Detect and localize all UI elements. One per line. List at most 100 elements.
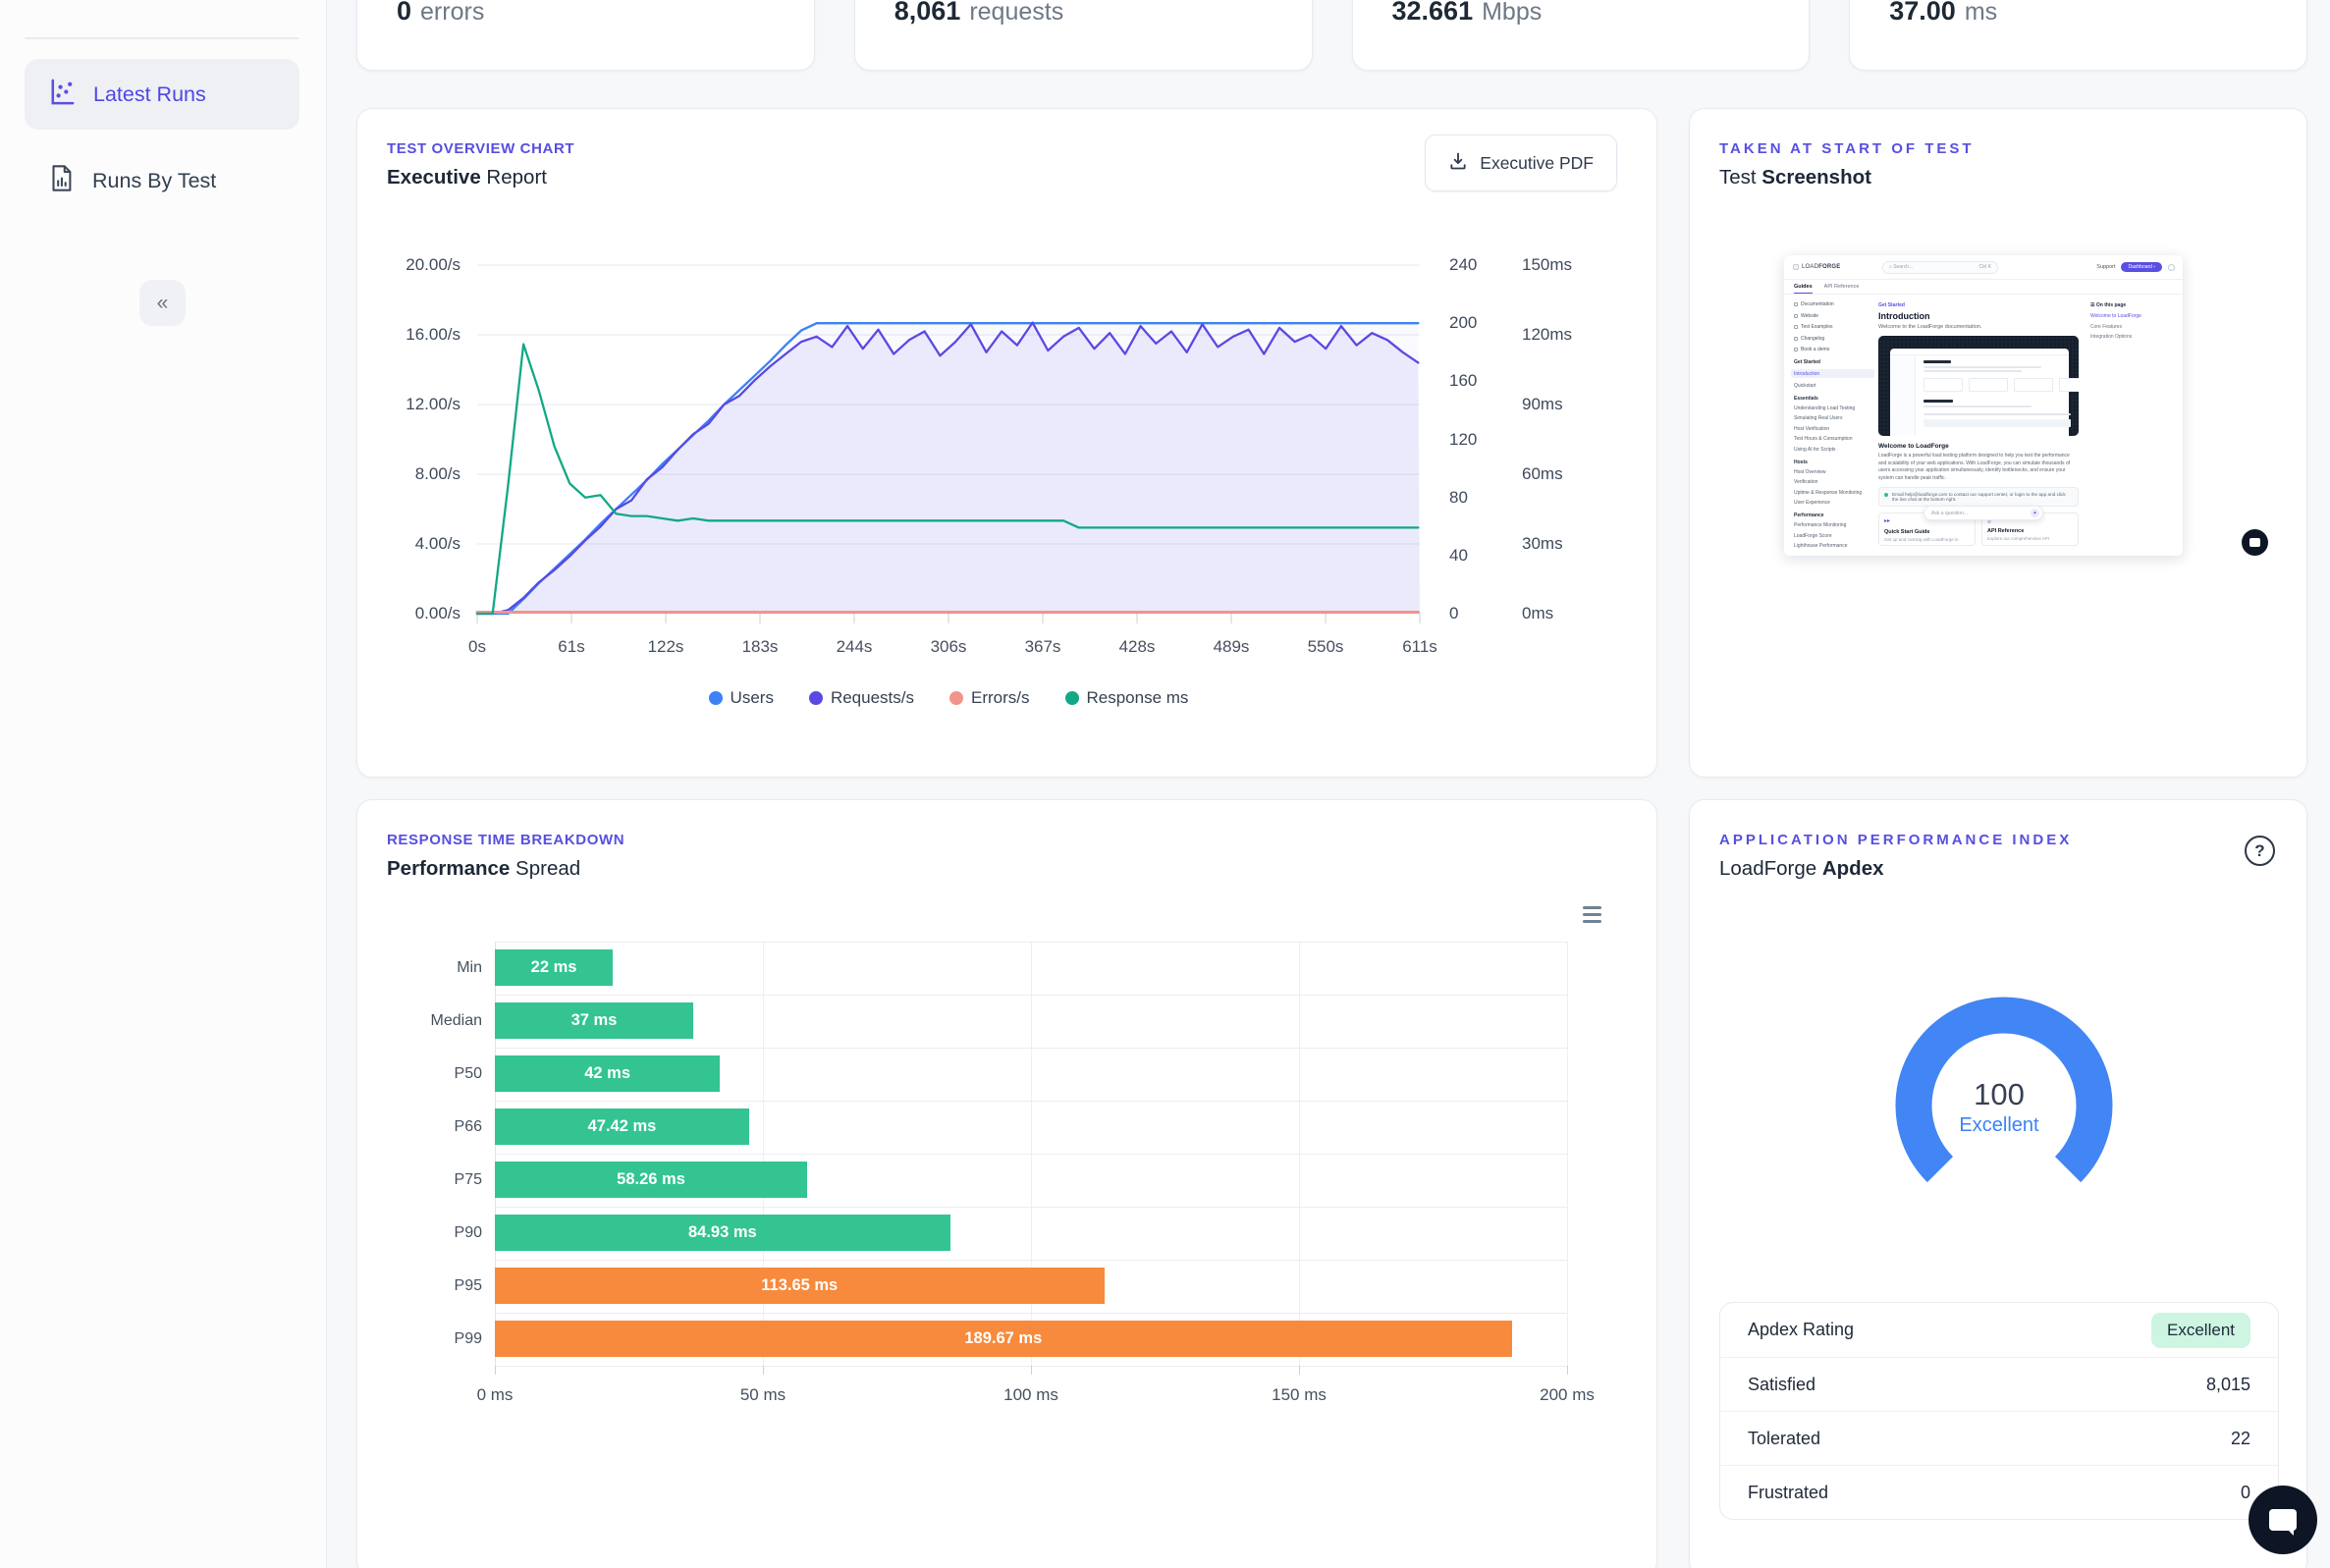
question-mark: ? bbox=[2254, 841, 2264, 861]
mini-nav-item: Verification bbox=[1794, 479, 1874, 485]
bar-category-label: P66 bbox=[411, 1118, 482, 1136]
bar-min: 22 ms bbox=[495, 949, 613, 986]
performance-spread-card: RESPONSE TIME BREAKDOWN Performance Spre… bbox=[356, 799, 1657, 1568]
mini-window-topbar bbox=[1890, 349, 2069, 355]
x-tick-mark bbox=[1299, 1366, 1300, 1375]
bar-p66: 47.42 ms bbox=[495, 1108, 749, 1145]
bar-category-label: P90 bbox=[411, 1224, 482, 1242]
apdex-score-label: Excellent bbox=[1876, 1114, 2122, 1137]
x-axis-tick: 0 ms bbox=[456, 1385, 534, 1405]
y-axis-tick-rate: 0.00/s bbox=[365, 604, 461, 623]
mini-nav-label: Test Examples bbox=[1801, 324, 1833, 330]
apdex-gauge: 100 Excellent bbox=[1690, 983, 2308, 1218]
chart-menu-icon[interactable] bbox=[1579, 902, 1605, 927]
legend-item-errors-s[interactable]: Errors/s bbox=[949, 688, 1030, 708]
stat-card-ms: 37.00 ms bbox=[1849, 0, 2307, 71]
mini-logo-icon bbox=[1793, 264, 1799, 270]
stat-unit: ms bbox=[1965, 0, 1997, 27]
breakdown-eyebrow: RESPONSE TIME BREAKDOWN bbox=[387, 832, 624, 848]
bar-p90: 84.93 ms bbox=[495, 1215, 950, 1251]
y-axis-tick-rate: 16.00/s bbox=[365, 325, 461, 345]
sidebar-item-runs-by-test[interactable]: Runs By Test bbox=[25, 145, 299, 216]
mini-nav-section: Performance bbox=[1794, 513, 1874, 518]
mini-subtitle: Welcome to the LoadForge documentation. bbox=[1878, 324, 2079, 330]
mini-ask-input: Ask a question...✦ bbox=[1924, 506, 2043, 520]
mini-nav-label: Changelog bbox=[1801, 336, 1824, 342]
sidebar-item-latest-runs[interactable]: Latest Runs bbox=[25, 59, 299, 130]
apdex-row-value: 8,015 bbox=[2206, 1375, 2250, 1395]
mini-skeleton bbox=[1924, 370, 2022, 372]
screenshot-title-bold: Screenshot bbox=[1761, 166, 1871, 189]
legend-item-requests-s[interactable]: Requests/s bbox=[809, 688, 914, 708]
bar-category-label: P99 bbox=[411, 1330, 482, 1348]
mini-nav-link: Documentation bbox=[1794, 301, 1874, 307]
mini-nav-section: Essentials bbox=[1794, 396, 1874, 402]
mini-body: Documentation Website Test Examples Changel… bbox=[1784, 295, 2183, 554]
grid-hline bbox=[495, 1154, 1567, 1155]
bar-value-label: 22 ms bbox=[531, 958, 577, 977]
sidebar: Latest Runs Runs By Test « bbox=[0, 0, 327, 1568]
legend-item-response-ms[interactable]: Response ms bbox=[1065, 688, 1189, 708]
mini-toc-title: ☰ On this page bbox=[2090, 302, 2183, 308]
executive-pdf-button[interactable]: Executive PDF bbox=[1425, 135, 1617, 191]
apdex-row-value: 22 bbox=[2231, 1429, 2250, 1449]
mini-toc-item: Core Features bbox=[2090, 324, 2183, 330]
x-tick-mark bbox=[1031, 1366, 1032, 1375]
mini-nav-item: Understanding Load Testing bbox=[1794, 406, 1874, 411]
stat-card-requests: 8,061 requests bbox=[854, 0, 1313, 71]
x-axis-tick: 183s bbox=[726, 637, 794, 657]
mini-toc-item: Welcome to LoadForge bbox=[2090, 313, 2183, 319]
mini-support-link: Support bbox=[2096, 264, 2115, 270]
overview-title-bold: Executive bbox=[387, 166, 481, 189]
bar-p99: 189.67 ms bbox=[495, 1321, 1512, 1357]
mini-callout: Email help@loadforge.com to contact our … bbox=[1878, 487, 2079, 507]
stat-unit: requests bbox=[969, 0, 1063, 27]
mini-nav-label: Documentation bbox=[1801, 301, 1834, 307]
y-axis-tick-ms: 90ms bbox=[1522, 395, 1583, 414]
mini-nav-icon bbox=[1794, 314, 1798, 318]
mini-nav-item: Lighthouse Performance bbox=[1794, 543, 1874, 549]
apdex-row-satisfied: Satisfied8,015 bbox=[1720, 1357, 2278, 1411]
mini-nav-link: Changelog bbox=[1794, 336, 1874, 342]
chat-launcher-button[interactable] bbox=[2249, 1486, 2317, 1554]
apdex-row-tolerated: Tolerated22 bbox=[1720, 1411, 2278, 1465]
test-overview-card: TEST OVERVIEW CHART Executive Report Exe… bbox=[356, 108, 1657, 778]
bar-value-label: 58.26 ms bbox=[617, 1170, 685, 1189]
sidebar-collapse-button[interactable]: « bbox=[139, 280, 186, 326]
bar-category-label: Median bbox=[411, 1012, 482, 1030]
test-screenshot-thumbnail[interactable]: LOADFORGE⌕ Search...Ctrl KSupportDashboa… bbox=[1784, 255, 2183, 556]
mini-skeleton bbox=[1924, 366, 2041, 368]
y-axis-tick-ms: 120ms bbox=[1522, 325, 1583, 345]
x-axis-tick: 50 ms bbox=[724, 1385, 802, 1405]
breakdown-title-rest: Spread bbox=[510, 857, 580, 880]
apdex-score: 100 bbox=[1876, 1077, 2122, 1112]
stat-value: 0 bbox=[397, 0, 411, 27]
mini-section-heading: Welcome to LoadForge bbox=[1878, 443, 2079, 450]
legend-dot bbox=[809, 691, 823, 705]
screenshot-eyebrow: TAKEN AT START OF TEST bbox=[1719, 140, 1975, 157]
x-tick-mark bbox=[495, 1366, 496, 1375]
mini-nav-icon bbox=[1794, 337, 1798, 341]
y-axis-tick-users: 120 bbox=[1449, 430, 1498, 450]
mini-heading: Introduction bbox=[1878, 311, 2079, 321]
mini-sparkle-icon: ✦ bbox=[2031, 509, 2039, 517]
screenshot-chat-dot-icon bbox=[2242, 529, 2268, 556]
stat-value: 37.00 bbox=[1889, 0, 1956, 27]
mini-tab: Guides bbox=[1794, 284, 1813, 294]
legend-item-users[interactable]: Users bbox=[709, 688, 774, 708]
apdex-eyebrow: APPLICATION PERFORMANCE INDEX bbox=[1719, 832, 2072, 848]
overview-title-rest: Report bbox=[481, 166, 547, 189]
stat-value: 8,061 bbox=[894, 0, 961, 27]
bar-value-label: 37 ms bbox=[571, 1011, 618, 1030]
apdex-table: Apdex RatingExcellentSatisfied8,015Toler… bbox=[1719, 1302, 2279, 1520]
bar-median: 37 ms bbox=[495, 1002, 693, 1039]
overview-title: Executive Report bbox=[387, 166, 547, 189]
apdex-card: APPLICATION PERFORMANCE INDEX LoadForge … bbox=[1689, 799, 2307, 1568]
help-icon[interactable]: ? bbox=[2245, 836, 2275, 866]
stats-row: 0errors8,061requests32.661Mbps37.00ms bbox=[356, 0, 2307, 71]
screenshot-title-rest: Test bbox=[1719, 166, 1761, 189]
mini-toc-item: Integration Options bbox=[2090, 334, 2183, 340]
mini-skeleton bbox=[1924, 400, 1953, 403]
mini-nav-link: Website bbox=[1794, 313, 1874, 319]
sidebar-divider bbox=[25, 37, 299, 39]
